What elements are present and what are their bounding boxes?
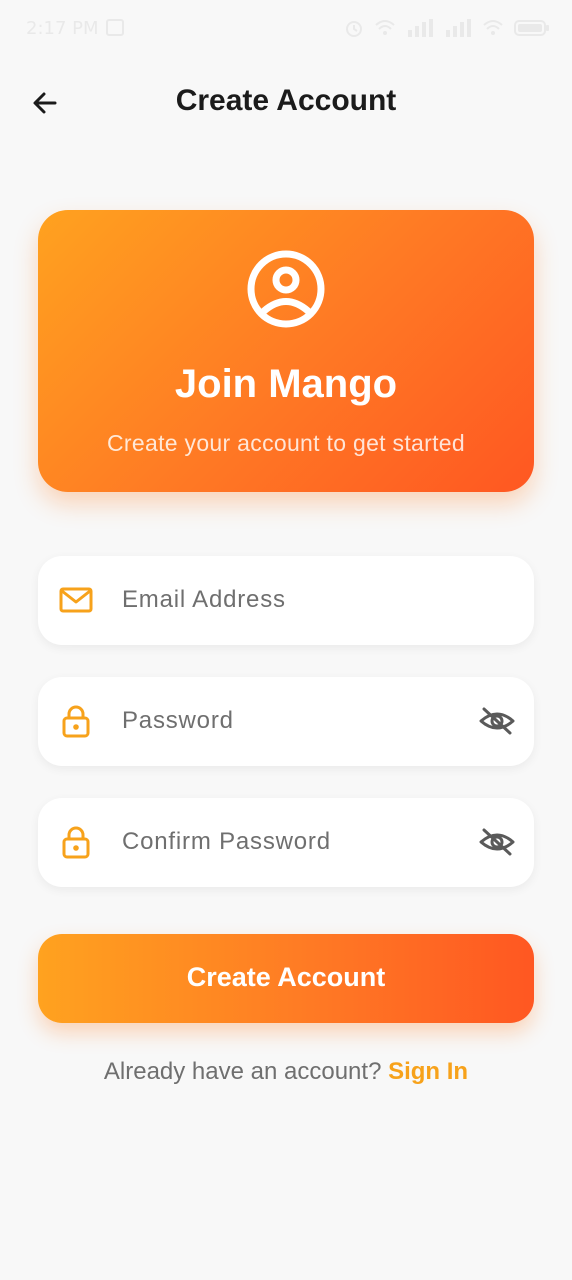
- signin-prompt: Already have an account? Sign In: [0, 1058, 572, 1086]
- confirm-password-placeholder: Confirm Password: [122, 828, 331, 855]
- eye-off-icon: [479, 828, 515, 856]
- password-visibility-toggle[interactable]: [478, 703, 516, 739]
- status-icons: [344, 16, 550, 40]
- app-header: Create Account: [0, 62, 572, 144]
- email-placeholder: Email Address: [122, 586, 286, 613]
- signin-prompt-text: Already have an account?: [103, 1058, 382, 1085]
- signal-icon: [408, 19, 433, 37]
- eye-off-icon: [479, 707, 515, 735]
- hero-title: Join Mango: [174, 362, 398, 406]
- wifi-icon: [375, 20, 395, 35]
- alarm-icon: [346, 21, 362, 37]
- wifi-icon: [483, 20, 503, 35]
- lock-icon: [58, 824, 94, 860]
- confirm-password-visibility-toggle[interactable]: [478, 824, 516, 860]
- email-field[interactable]: Email Address: [38, 556, 534, 645]
- status-bar: 2:17 PM: [0, 0, 572, 58]
- hero-card: Join Mango Create your account to get st…: [38, 210, 534, 492]
- battery-icon: [514, 20, 549, 36]
- status-time: 2:17 PM: [26, 18, 99, 39]
- lock-icon: [58, 703, 94, 739]
- linkedin-icon: [106, 19, 124, 36]
- create-account-button[interactable]: Create Account: [38, 934, 534, 1023]
- page-title: Create Account: [175, 84, 397, 117]
- password-placeholder: Password: [122, 707, 234, 734]
- confirm-password-field[interactable]: Confirm Password: [38, 798, 534, 887]
- user-circle-icon: [247, 250, 325, 328]
- create-account-button-label: Create Account: [186, 962, 386, 992]
- hero-subtitle: Create your account to get started: [107, 430, 465, 456]
- signal-icon: [446, 19, 471, 37]
- sign-in-link[interactable]: Sign In: [388, 1058, 468, 1085]
- mail-icon: [58, 582, 94, 618]
- password-field[interactable]: Password: [38, 677, 534, 766]
